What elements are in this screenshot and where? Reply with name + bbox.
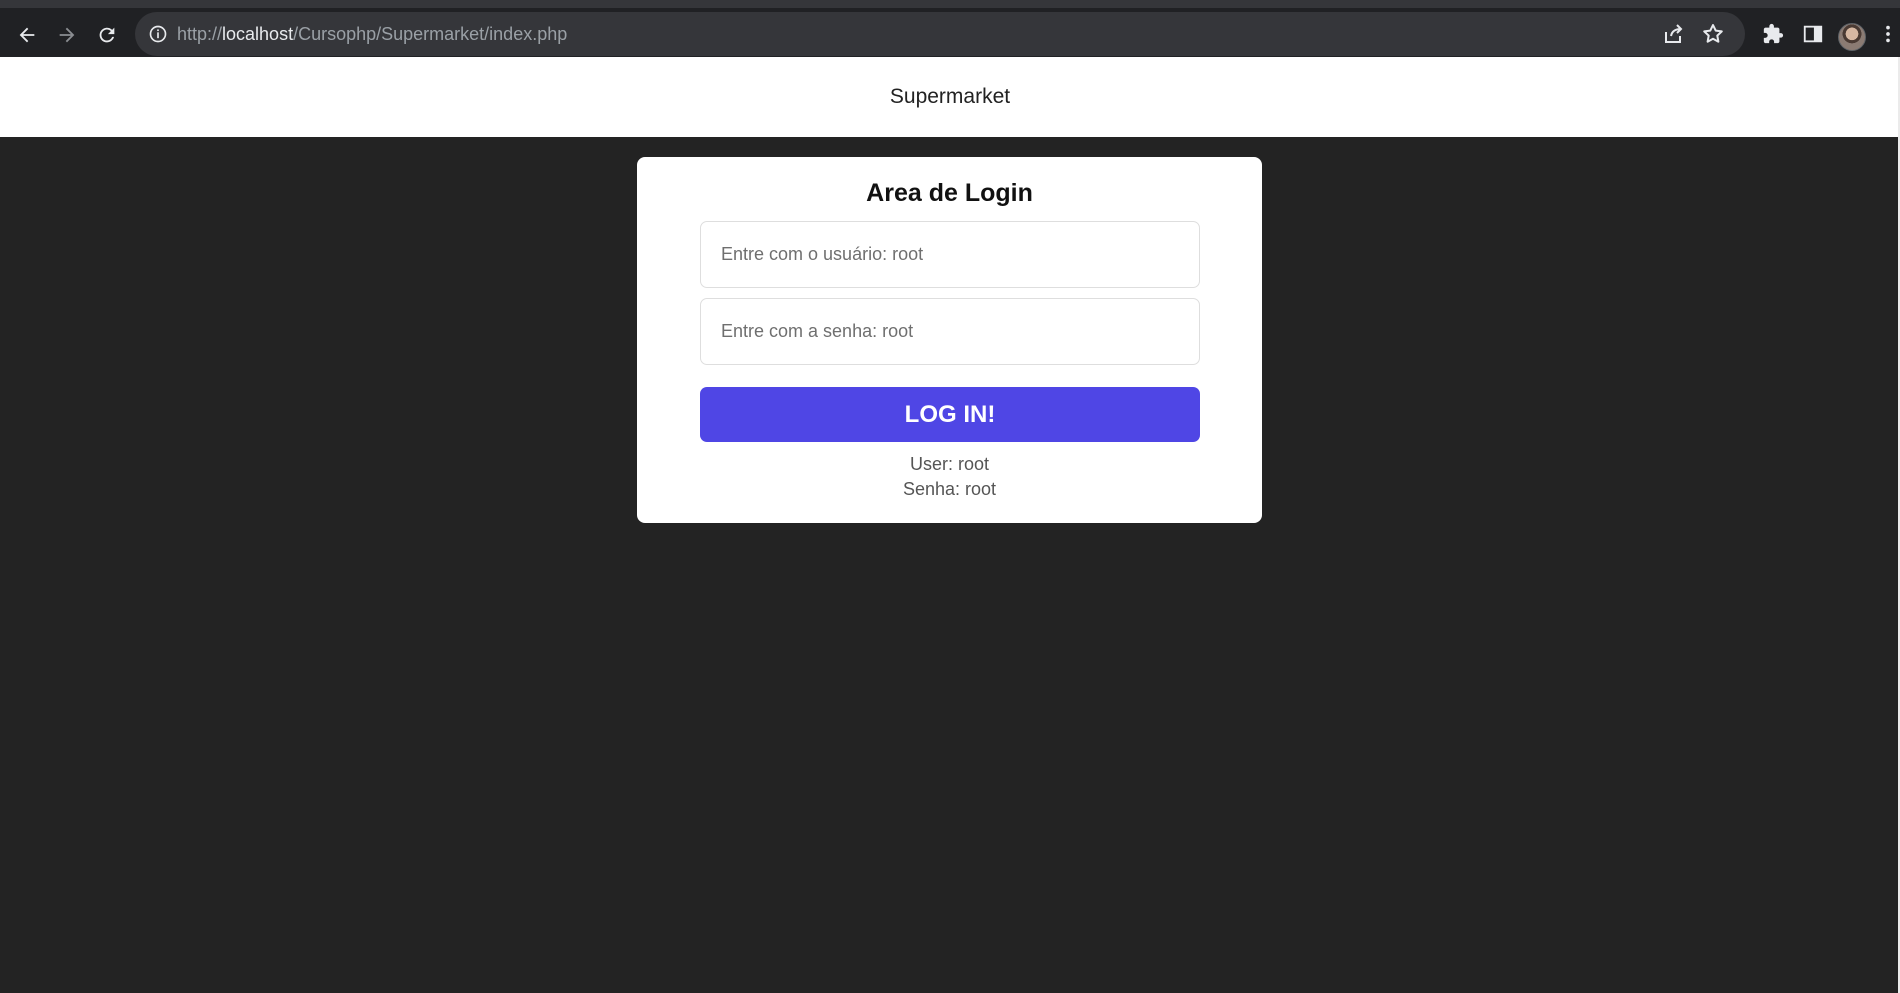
extensions-button[interactable] (1759, 20, 1787, 48)
url-text: http://localhost/Cursophp/Supermarket/in… (177, 24, 567, 45)
star-icon[interactable] (1701, 22, 1725, 46)
back-button[interactable] (10, 18, 44, 52)
address-bar[interactable]: http://localhost/Cursophp/Supermarket/in… (135, 12, 1745, 56)
kebab-menu-icon (1886, 25, 1890, 43)
url-host: localhost (222, 24, 294, 44)
site-header: Supermarket (0, 57, 1900, 137)
url-path: /Cursophp/Supermarket/index.php (293, 24, 568, 44)
reload-button[interactable] (90, 18, 124, 52)
reload-icon (99, 27, 115, 43)
login-title: Area de Login (866, 179, 1033, 207)
page-viewport: Supermarket Area de Login LOG IN! User: … (0, 57, 1900, 993)
username-input[interactable] (700, 221, 1200, 288)
url-prefix: http:// (177, 24, 223, 44)
browser-menu-button[interactable] (1880, 20, 1896, 48)
side-panel-icon (1803, 25, 1823, 43)
info-icon[interactable] (148, 24, 168, 44)
puzzle-icon (1763, 23, 1784, 44)
user-hint: User: root (909, 454, 990, 474)
password-hint: Senha: root (902, 479, 997, 499)
browser-toolbar: http://localhost/Cursophp/Supermarket/in… (0, 0, 1900, 57)
side-panel-button[interactable] (1799, 20, 1827, 48)
arrow-left-icon (19, 27, 35, 43)
forward-button[interactable] (50, 18, 84, 52)
profile-avatar[interactable] (1838, 23, 1866, 51)
login-button[interactable]: LOG IN! (700, 387, 1200, 442)
site-title: Supermarket (889, 85, 1011, 108)
share-icon[interactable] (1661, 22, 1685, 46)
password-input[interactable] (700, 298, 1200, 365)
arrow-right-icon (59, 27, 75, 43)
login-card: Area de Login LOG IN! User: root Senha: … (637, 157, 1262, 523)
